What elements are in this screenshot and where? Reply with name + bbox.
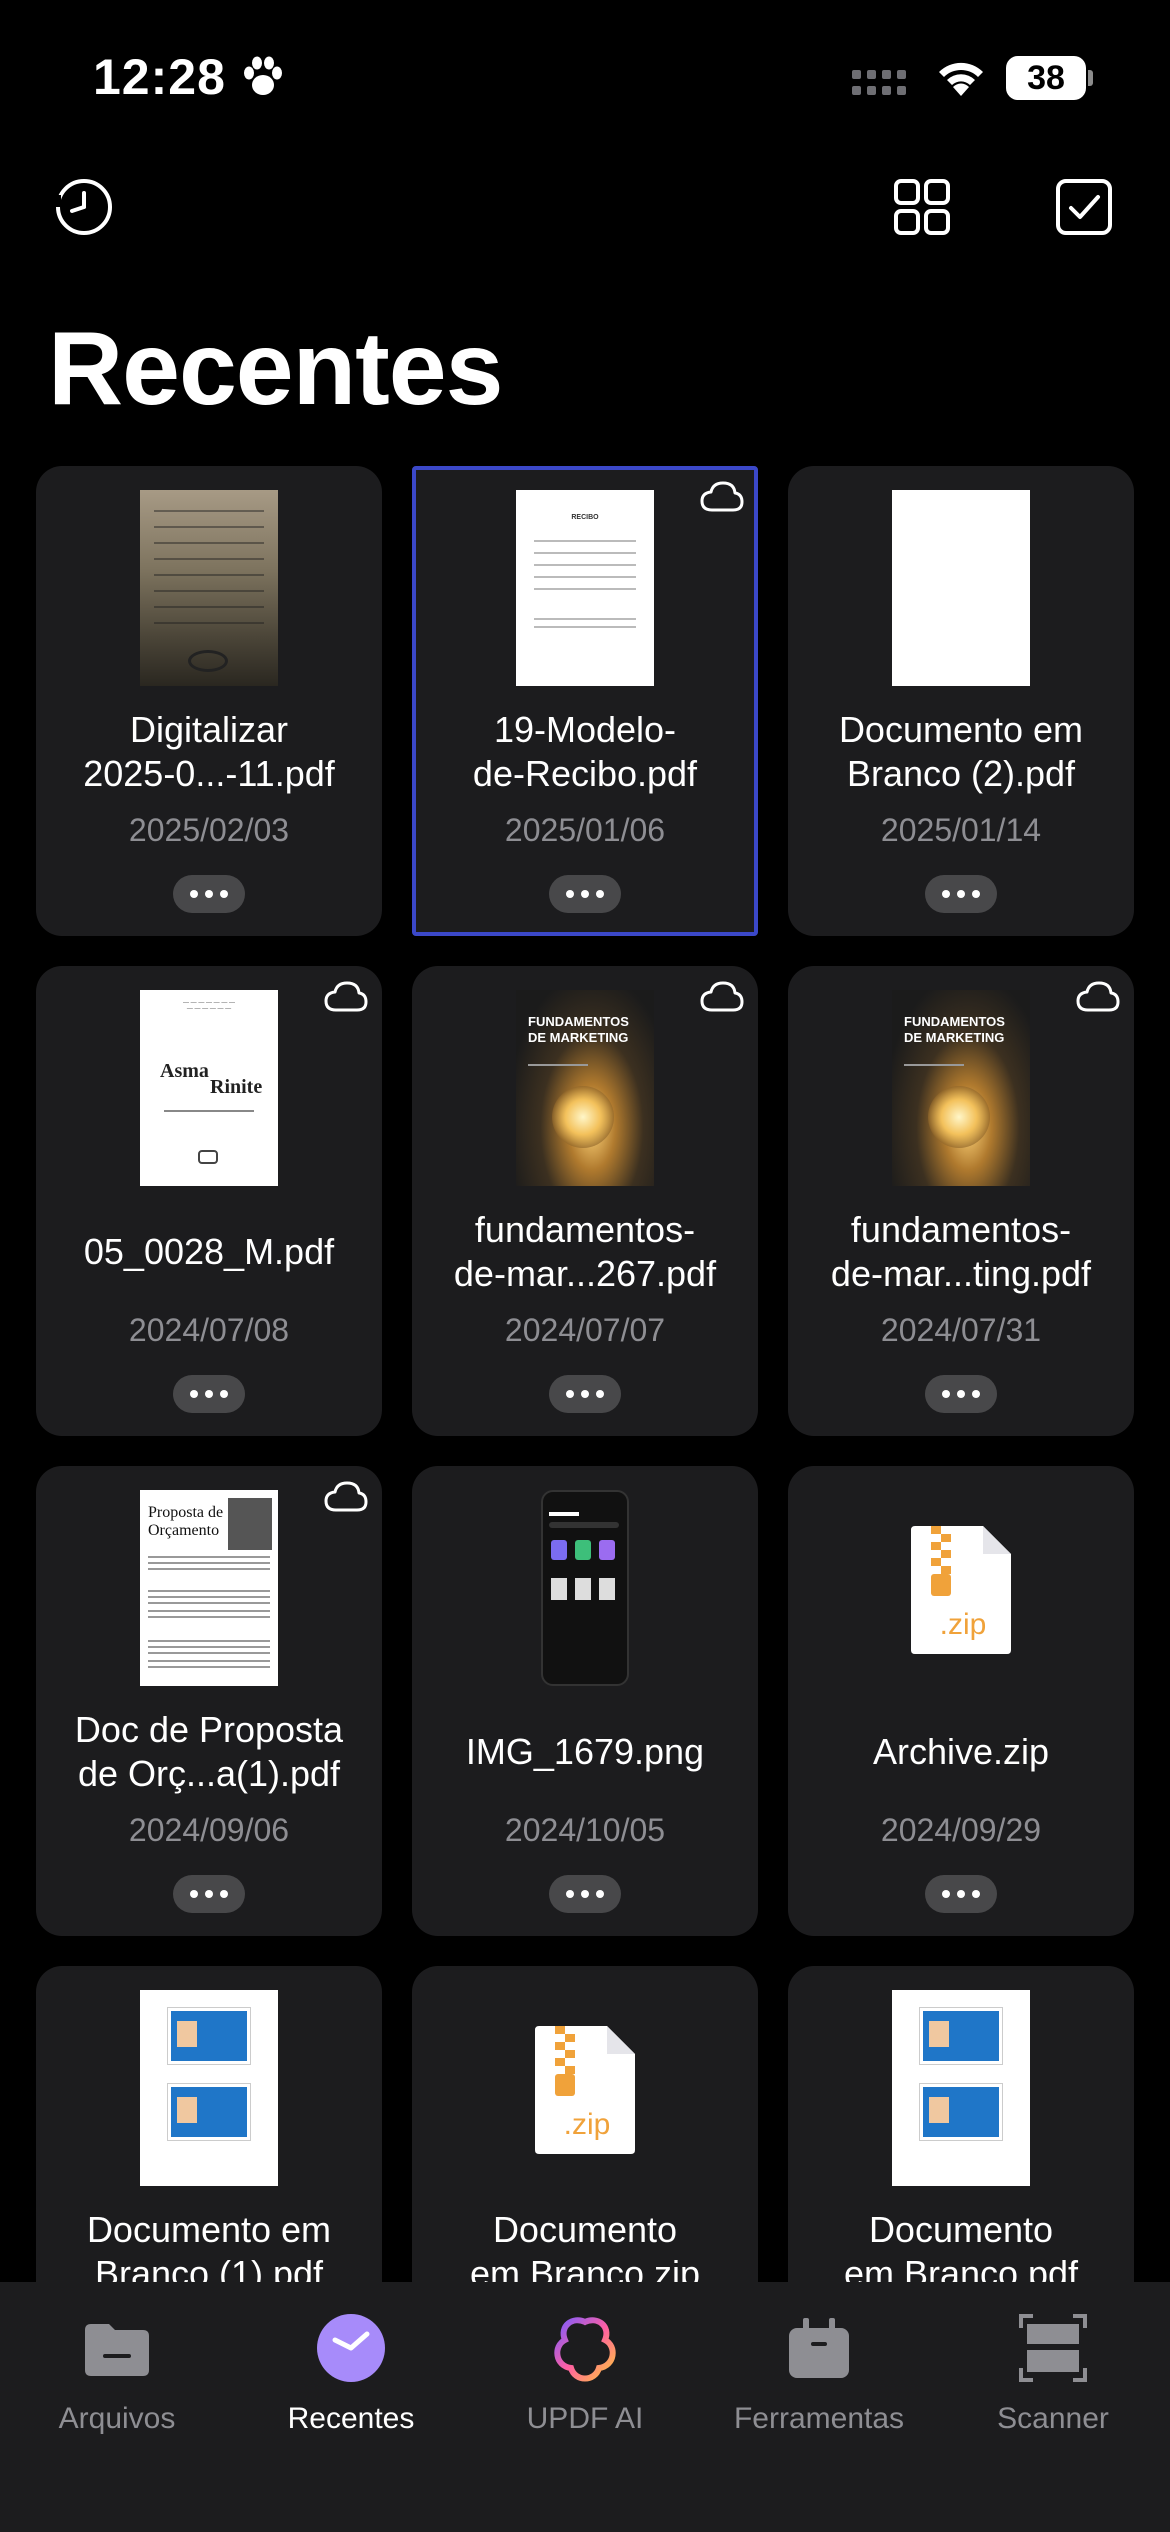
file-date: 2024/10/05 xyxy=(504,1812,666,1848)
tab-recentes[interactable]: Recentes xyxy=(234,2304,468,2435)
file-card[interactable]: FUNDAMENTOS DE MARKETING fundamentos- de-… xyxy=(788,966,1134,1436)
tab-bar: Arquivos Recentes UPDF AI Ferramentas Sc… xyxy=(0,2282,1170,2532)
file-thumbnail: — — — — — — — — — — — — — Asma Rinite xyxy=(140,990,278,1186)
tab-scanner[interactable]: Scanner xyxy=(936,2304,1170,2435)
file-thumbnail xyxy=(140,490,278,686)
more-options-button[interactable] xyxy=(925,1375,997,1413)
more-options-button[interactable] xyxy=(173,1875,245,1913)
file-thumbnail: FUNDAMENTOS DE MARKETING xyxy=(516,990,654,1186)
file-name: Archive.zip xyxy=(872,1731,1050,1772)
select-checkbox-icon[interactable] xyxy=(1052,175,1116,239)
battery-icon: 38 xyxy=(1006,56,1093,100)
file-date: 2024/07/07 xyxy=(504,1312,666,1348)
file-name: 05_0028_M.pdf xyxy=(83,1231,335,1272)
file-thumbnail: RECIBO xyxy=(516,490,654,686)
file-thumbnail xyxy=(140,1990,278,2186)
file-thumbnail: .zip xyxy=(531,2022,639,2158)
file-thumbnail xyxy=(541,1490,629,1686)
cloud-icon xyxy=(700,980,744,1014)
cloud-icon xyxy=(324,1480,368,1514)
file-date: 2025/02/03 xyxy=(128,812,290,848)
file-name: Digitalizar 2025-0...-11.pdf xyxy=(83,709,335,794)
more-options-button[interactable] xyxy=(173,1375,245,1413)
more-options-button[interactable] xyxy=(925,875,997,913)
scanner-icon xyxy=(1019,2314,1087,2382)
file-name: fundamentos- de-mar...267.pdf xyxy=(453,1209,717,1294)
file-date: 2024/07/08 xyxy=(128,1312,290,1348)
file-thumbnail: Proposta de Orçamento xyxy=(140,1490,278,1686)
tab-label: Ferramentas xyxy=(733,2402,905,2435)
wifi-icon xyxy=(939,62,983,96)
file-name: Documento em Branco (2).pdf xyxy=(838,709,1084,794)
file-card[interactable]: Digitalizar 2025-0...-11.pdf 2025/02/03 xyxy=(36,466,382,936)
file-name: fundamentos- de-mar...ting.pdf xyxy=(830,1209,1092,1294)
clock-icon xyxy=(317,2314,385,2382)
tab-arquivos[interactable]: Arquivos xyxy=(0,2304,234,2435)
more-options-button[interactable] xyxy=(549,1375,621,1413)
cloud-icon xyxy=(324,980,368,1014)
file-thumbnail: .zip xyxy=(907,1522,1015,1658)
file-name: 19-Modelo- de-Recibo.pdf xyxy=(472,709,698,794)
file-date: 2024/07/31 xyxy=(880,1312,1042,1348)
page-title: Recentes xyxy=(48,311,503,427)
updf-ai-icon xyxy=(554,2317,616,2382)
cloud-icon xyxy=(1076,980,1120,1014)
file-date: 2024/09/06 xyxy=(128,1812,290,1848)
more-options-button[interactable] xyxy=(925,1875,997,1913)
file-card[interactable]: .zip Archive.zip 2024/09/29 xyxy=(788,1466,1134,1936)
status-time: 12:28 xyxy=(93,49,226,105)
tab-label: Scanner xyxy=(997,2402,1109,2435)
more-options-button[interactable] xyxy=(549,1875,621,1913)
file-card[interactable]: Documento em Branco (2).pdf 2025/01/14 xyxy=(788,466,1134,936)
tab-updf-ai[interactable]: UPDF AI xyxy=(468,2304,702,2435)
file-date: 2024/09/29 xyxy=(880,1812,1042,1848)
paw-icon xyxy=(244,56,282,95)
file-card[interactable]: FUNDAMENTOS DE MARKETING fundamentos- de-… xyxy=(412,966,758,1436)
tab-ferramentas[interactable]: Ferramentas xyxy=(702,2304,936,2435)
zip-label: .zip xyxy=(564,2108,611,2141)
toolbox-icon xyxy=(789,2318,849,2378)
file-card[interactable]: IMG_1679.png 2024/10/05 xyxy=(412,1466,758,1936)
file-thumbnail xyxy=(892,1990,1030,2186)
file-name: Doc de Proposta de Orç...a(1).pdf xyxy=(74,1709,344,1794)
grid-view-icon[interactable] xyxy=(890,175,954,239)
file-card[interactable]: Proposta de Orçamento Doc de Proposta de … xyxy=(36,1466,382,1936)
tab-label: Recentes xyxy=(287,2402,415,2435)
file-thumbnail xyxy=(892,490,1030,686)
file-thumbnail: FUNDAMENTOS DE MARKETING xyxy=(892,990,1030,1186)
tab-label: Arquivos xyxy=(58,2402,176,2435)
status-bar: 12:28 38 xyxy=(0,0,1170,150)
more-options-button[interactable] xyxy=(173,875,245,913)
battery-level: 38 xyxy=(1006,56,1086,100)
more-options-button[interactable] xyxy=(549,875,621,913)
history-clock-icon[interactable] xyxy=(52,175,116,239)
folder-icon xyxy=(85,2324,149,2376)
tab-label: UPDF AI xyxy=(526,2402,644,2435)
file-card[interactable]: RECIBO 19-Modelo- de-Recibo.pdf 2025/01/06 xyxy=(412,466,758,936)
file-name: IMG_1679.png xyxy=(465,1731,705,1772)
file-date: 2025/01/06 xyxy=(504,812,666,848)
zip-label: .zip xyxy=(940,1608,987,1641)
cloud-icon xyxy=(700,480,744,514)
file-card[interactable]: — — — — — — — — — — — — — Asma Rinite 05_002… xyxy=(36,966,382,1436)
file-date: 2025/01/14 xyxy=(880,812,1042,848)
cellular-signal-icon xyxy=(852,70,906,95)
